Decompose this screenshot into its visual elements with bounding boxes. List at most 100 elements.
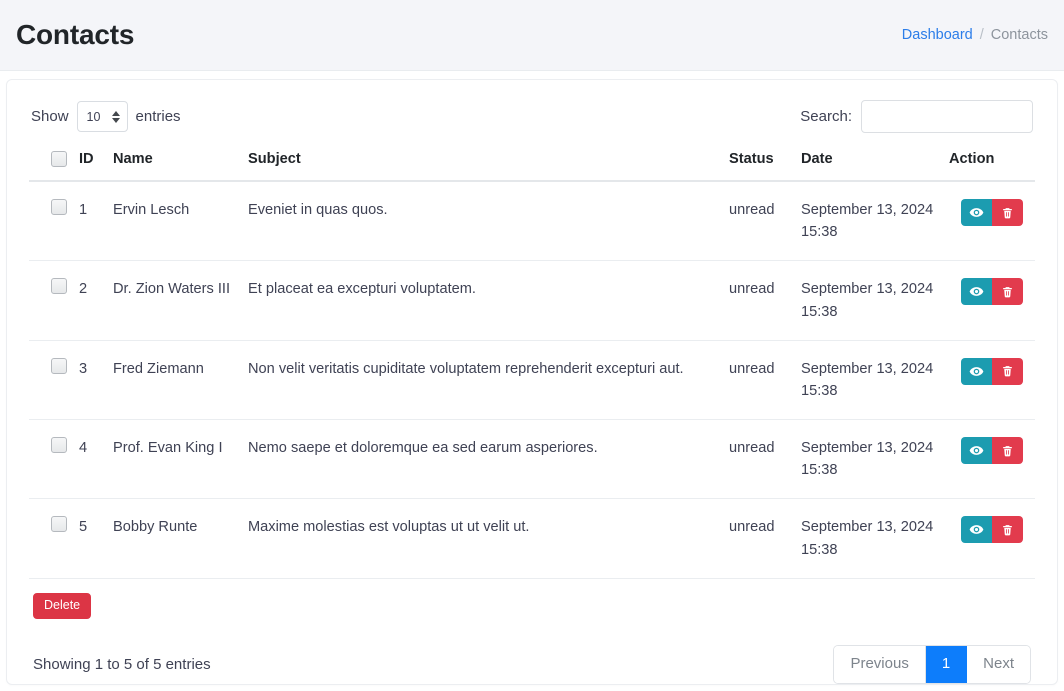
- cell-subject: Nemo saepe et doloremque ea sed earum as…: [242, 420, 723, 499]
- show-label: Show: [31, 108, 69, 125]
- table-row: 2Dr. Zion Waters IIIEt placeat ea except…: [29, 261, 1035, 340]
- entries-label: entries: [136, 108, 181, 125]
- table-info: Showing 1 to 5 of 5 entries: [33, 656, 211, 673]
- trash-icon: [1001, 523, 1014, 537]
- row-action-group: [961, 199, 1023, 226]
- content-area: Show 10 entries Search:: [0, 71, 1064, 691]
- cell-subject: Et placeat ea excepturi voluptatem.: [242, 261, 723, 340]
- cell-status: unread: [723, 420, 795, 499]
- row-select-cell: [29, 420, 73, 499]
- table-header-row: ID Name Subject Status Date Action: [29, 143, 1035, 181]
- chevron-updown-icon: [112, 111, 120, 123]
- trash-icon: [1001, 364, 1014, 378]
- column-header-action: Action: [943, 143, 1035, 181]
- search-input[interactable]: [861, 100, 1033, 133]
- row-select-cell: [29, 181, 73, 261]
- row-action-group: [961, 437, 1023, 464]
- select-all-checkbox[interactable]: [51, 151, 67, 167]
- page-title: Contacts: [16, 21, 134, 49]
- cell-id: 5: [73, 499, 107, 578]
- cell-date: September 13, 2024 15:38: [795, 261, 943, 340]
- cell-id: 4: [73, 420, 107, 499]
- cell-action: [943, 499, 1035, 578]
- cell-status: unread: [723, 340, 795, 419]
- row-select-cell: [29, 261, 73, 340]
- page-length-value: 10: [87, 110, 101, 124]
- cell-status: unread: [723, 261, 795, 340]
- column-header-status[interactable]: Status: [723, 143, 795, 181]
- pagination-next[interactable]: Next: [967, 646, 1030, 683]
- cell-action: [943, 420, 1035, 499]
- delete-button[interactable]: [992, 358, 1023, 385]
- column-header-name[interactable]: Name: [107, 143, 242, 181]
- cell-name: Dr. Zion Waters III: [107, 261, 242, 340]
- bulk-actions-bar: Delete: [29, 579, 1035, 620]
- row-select-checkbox[interactable]: [51, 278, 67, 294]
- delete-button[interactable]: [992, 278, 1023, 305]
- row-select-checkbox[interactable]: [51, 437, 67, 453]
- page-length-control: Show 10 entries: [31, 101, 181, 132]
- eye-icon: [969, 522, 984, 537]
- contacts-card: Show 10 entries Search:: [6, 79, 1058, 685]
- cell-subject: Eveniet in quas quos.: [242, 181, 723, 261]
- column-header-id[interactable]: ID: [73, 143, 107, 181]
- table-controls: Show 10 entries Search:: [29, 98, 1035, 143]
- cell-date: September 13, 2024 15:38: [795, 181, 943, 261]
- trash-icon: [1001, 206, 1014, 220]
- cell-id: 3: [73, 340, 107, 419]
- cell-id: 1: [73, 181, 107, 261]
- column-header-date[interactable]: Date: [795, 143, 943, 181]
- view-button[interactable]: [961, 358, 992, 385]
- column-header-subject[interactable]: Subject: [242, 143, 723, 181]
- cell-action: [943, 261, 1035, 340]
- breadcrumb: Dashboard / Contacts: [902, 27, 1048, 43]
- eye-icon: [969, 205, 984, 220]
- trash-icon: [1001, 285, 1014, 299]
- eye-icon: [969, 284, 984, 299]
- eye-icon: [969, 443, 984, 458]
- row-action-group: [961, 278, 1023, 305]
- cell-action: [943, 340, 1035, 419]
- view-button[interactable]: [961, 437, 992, 464]
- table-row: 1Ervin LeschEveniet in quas quos.unreadS…: [29, 181, 1035, 261]
- breadcrumb-link-dashboard[interactable]: Dashboard: [902, 27, 973, 43]
- cell-id: 2: [73, 261, 107, 340]
- delete-button[interactable]: [992, 437, 1023, 464]
- row-select-checkbox[interactable]: [51, 358, 67, 374]
- table-row: 4Prof. Evan King INemo saepe et doloremq…: [29, 420, 1035, 499]
- table-row: 3Fred ZiemannNon velit veritatis cupidit…: [29, 340, 1035, 419]
- search-control: Search:: [800, 100, 1033, 133]
- cell-subject: Maxime molestias est voluptas ut ut veli…: [242, 499, 723, 578]
- cell-status: unread: [723, 181, 795, 261]
- view-button[interactable]: [961, 278, 992, 305]
- view-button[interactable]: [961, 516, 992, 543]
- page-length-select[interactable]: 10: [77, 101, 128, 132]
- bulk-delete-button[interactable]: Delete: [33, 593, 91, 620]
- trash-icon: [1001, 444, 1014, 458]
- delete-button[interactable]: [992, 516, 1023, 543]
- row-select-checkbox[interactable]: [51, 199, 67, 215]
- view-button[interactable]: [961, 199, 992, 226]
- row-select-cell: [29, 340, 73, 419]
- page-header: Contacts Dashboard / Contacts: [0, 0, 1064, 71]
- cell-date: September 13, 2024 15:38: [795, 499, 943, 578]
- delete-button[interactable]: [992, 199, 1023, 226]
- row-action-group: [961, 516, 1023, 543]
- cell-date: September 13, 2024 15:38: [795, 340, 943, 419]
- pagination: Previous 1 Next: [833, 645, 1031, 684]
- row-action-group: [961, 358, 1023, 385]
- cell-date: September 13, 2024 15:38: [795, 420, 943, 499]
- eye-icon: [969, 364, 984, 379]
- cell-status: unread: [723, 499, 795, 578]
- pagination-page-1[interactable]: 1: [926, 646, 967, 683]
- cell-name: Fred Ziemann: [107, 340, 242, 419]
- table-footer: Showing 1 to 5 of 5 entries Previous 1 N…: [29, 619, 1035, 684]
- breadcrumb-separator: /: [980, 27, 984, 43]
- pagination-previous[interactable]: Previous: [834, 646, 925, 683]
- contacts-table: ID Name Subject Status Date Action 1Ervi…: [29, 143, 1035, 579]
- cell-name: Bobby Runte: [107, 499, 242, 578]
- row-select-cell: [29, 499, 73, 578]
- cell-name: Prof. Evan King I: [107, 420, 242, 499]
- table-row: 5Bobby RunteMaxime molestias est volupta…: [29, 499, 1035, 578]
- row-select-checkbox[interactable]: [51, 516, 67, 532]
